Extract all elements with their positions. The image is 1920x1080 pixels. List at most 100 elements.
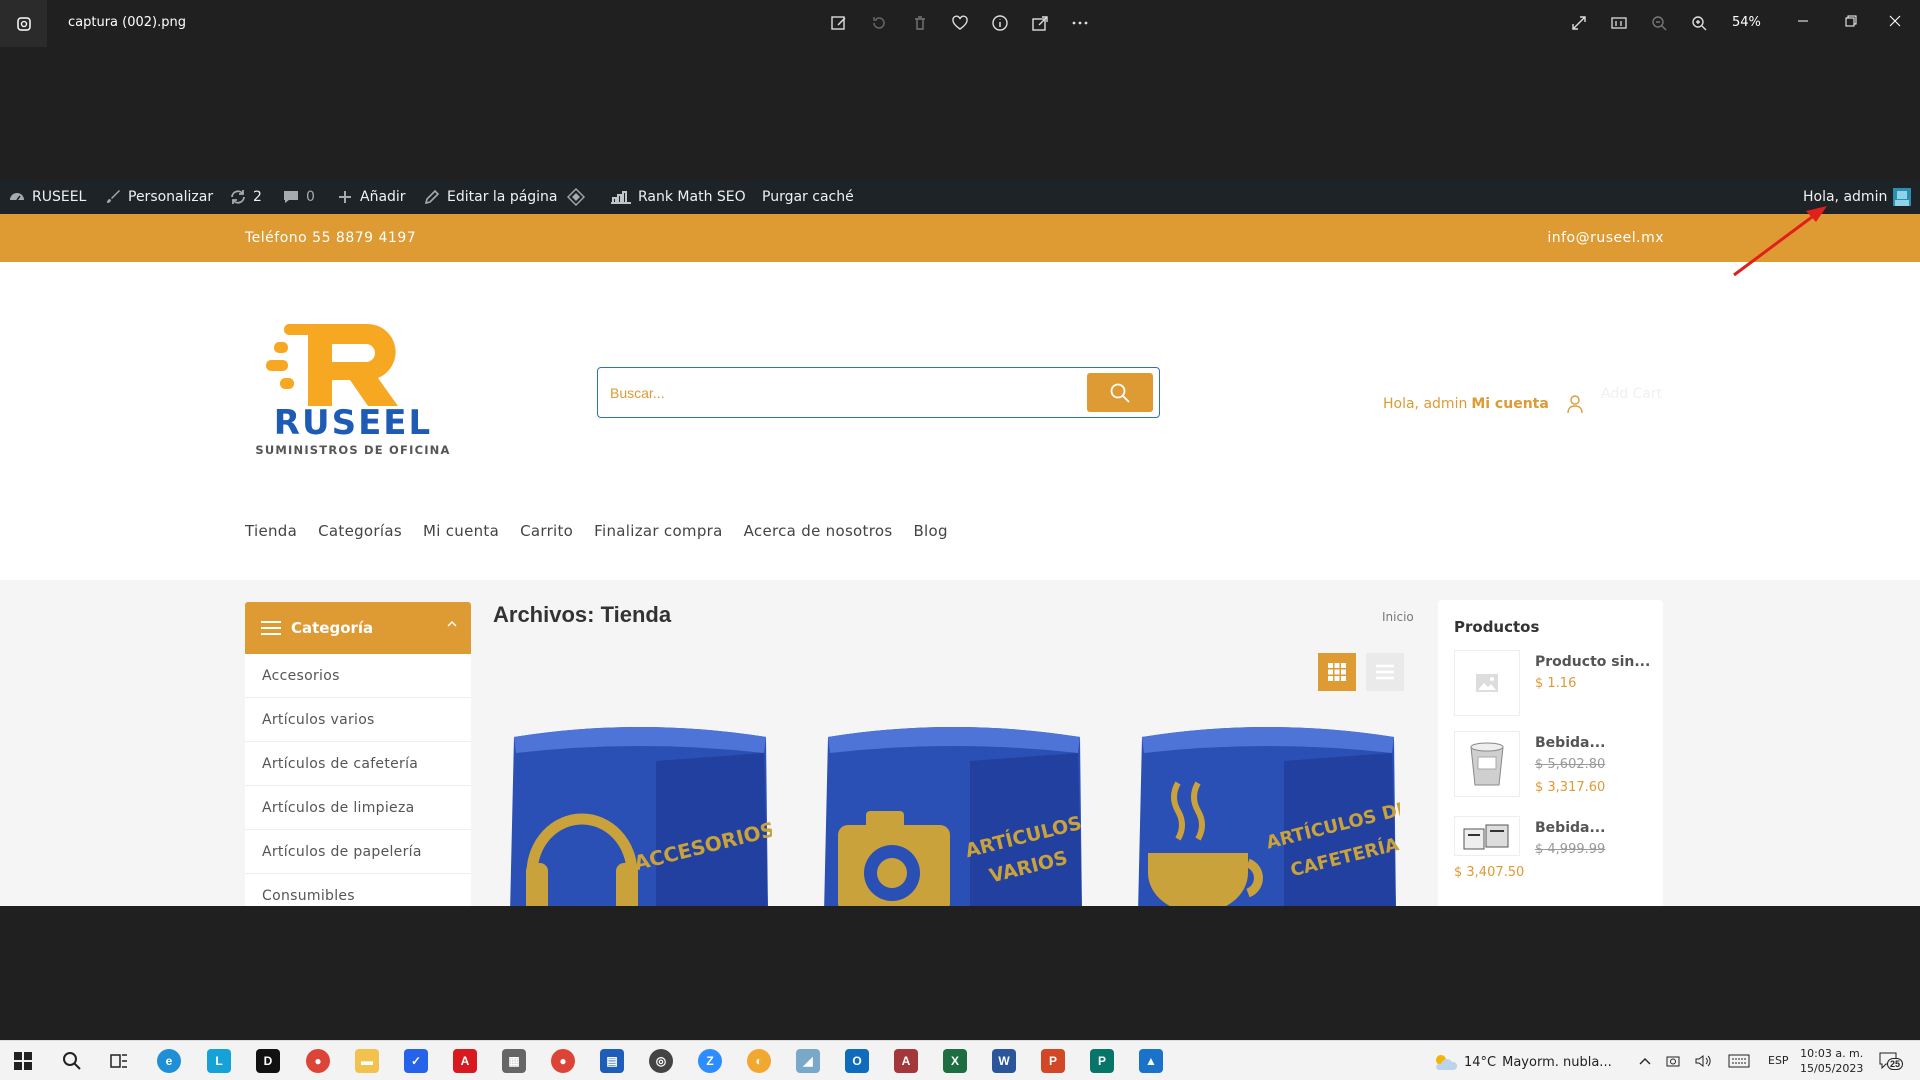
file-explorer-icon[interactable]: ▬ <box>355 1049 379 1073</box>
zoom-level: 54% <box>1732 15 1761 30</box>
nav-categorias[interactable]: Categorías <box>318 522 402 540</box>
admin-my-account[interactable]: Hola, admin <box>1803 180 1912 214</box>
rotate-icon[interactable] <box>868 12 890 34</box>
widget-product-item[interactable]: Bebida... $ 5,602.80 $ 3,317.60 <box>1454 731 1654 801</box>
keyboard-icon[interactable] <box>1727 1049 1751 1073</box>
zoom-out-icon[interactable] <box>1648 12 1670 34</box>
edit-image-icon[interactable] <box>828 12 850 34</box>
chrome-icon[interactable]: ● <box>306 1049 330 1073</box>
admin-comments[interactable]: 0 <box>282 180 315 214</box>
app-dark-icon[interactable]: D <box>256 1049 280 1073</box>
nav-blog[interactable]: Blog <box>913 522 947 540</box>
more-icon[interactable] <box>1069 12 1091 34</box>
favorite-icon[interactable] <box>949 12 971 34</box>
nav-carrito[interactable]: Carrito <box>520 522 573 540</box>
product-card-accesorios[interactable]: ACCESORIOS <box>506 713 777 906</box>
calculator-icon[interactable]: ▦ <box>502 1049 526 1073</box>
photos-icon[interactable]: ▲ <box>1139 1049 1163 1073</box>
excel-icon[interactable]: X <box>943 1049 967 1073</box>
dashboard-icon <box>10 193 24 201</box>
restore-icon[interactable] <box>1840 10 1862 32</box>
acrobat-icon[interactable]: A <box>453 1049 477 1073</box>
product-card-articulos-varios[interactable]: ARTÍCULOS VARIOS <box>820 713 1086 906</box>
zoom-icon[interactable]: Z <box>698 1049 722 1073</box>
widget-product-name: Producto sin... <box>1535 654 1651 670</box>
actual-size-icon[interactable] <box>1608 12 1630 34</box>
widget-product-price: $ 3,317.60 <box>1535 780 1606 795</box>
admin-edit-page[interactable]: Editar la página <box>423 180 558 214</box>
product-card-articulos-cafeteria[interactable]: ARTÍCULOS DE CAFETERÍA <box>1134 713 1411 906</box>
admin-elementor[interactable] <box>567 180 585 214</box>
word-icon[interactable]: W <box>992 1049 1016 1073</box>
admin-rank-math[interactable]: Rank Math SEO <box>610 180 746 214</box>
products-widget: Productos Producto sin... $ 1.16 Bebida.… <box>1438 600 1663 906</box>
task-view-icon[interactable] <box>107 1049 131 1073</box>
close-icon[interactable] <box>1884 10 1906 32</box>
nav-tienda[interactable]: Tienda <box>245 522 297 540</box>
camera-tray-icon[interactable] <box>1661 1049 1685 1073</box>
info-icon[interactable] <box>989 12 1011 34</box>
grid-view-button[interactable] <box>1318 653 1356 691</box>
clock-time: 10:03 a. m. <box>1800 1047 1864 1060</box>
todo-icon[interactable]: ✓ <box>404 1049 428 1073</box>
category-item[interactable]: Artículos varios <box>245 698 471 742</box>
widget-product-item[interactable]: Producto sin... $ 1.16 <box>1454 650 1654 720</box>
publisher-icon[interactable]: P <box>1090 1049 1114 1073</box>
speaker-icon[interactable] <box>1691 1049 1715 1073</box>
search-button[interactable] <box>1087 373 1153 412</box>
nav-acerca[interactable]: Acerca de nosotros <box>744 522 893 540</box>
weather-widget[interactable]: 14°C Mayorm. nubla... <box>1432 1053 1612 1071</box>
notification-icon[interactable]: 25 <box>1877 1049 1904 1073</box>
camera-icon <box>838 811 950 906</box>
category-menu-title: Categoría <box>291 619 374 637</box>
category-item[interactable]: Accesorios <box>245 654 471 698</box>
access-icon[interactable]: A <box>894 1049 918 1073</box>
search-icon[interactable] <box>60 1049 84 1073</box>
powerpoint-icon[interactable]: P <box>1041 1049 1065 1073</box>
list-view-button[interactable] <box>1366 653 1404 691</box>
app-orange-icon[interactable]: ◐ <box>747 1049 771 1073</box>
minimize-icon[interactable] <box>1792 10 1814 32</box>
updates-icon <box>231 190 245 204</box>
app-l-icon[interactable]: L <box>207 1049 231 1073</box>
pencil-icon <box>424 189 440 205</box>
whatsapp-icon[interactable]: ◎ <box>649 1049 673 1073</box>
admin-greeting: Hola, admin <box>1803 189 1888 205</box>
admin-add-new[interactable]: Añadir <box>336 180 406 214</box>
category-item[interactable]: Consumibles <box>245 874 471 906</box>
header-account-link[interactable]: Hola, admin Mi cuenta <box>1383 394 1585 414</box>
search-input[interactable] <box>610 381 1090 405</box>
category-item[interactable]: Artículos de papelería <box>245 830 471 874</box>
delete-icon[interactable] <box>909 12 931 34</box>
widget-product-item[interactable]: Bebida... $ 4,999.99 $ 3,407.50 <box>1454 816 1654 886</box>
chevron-up-icon[interactable] <box>1633 1049 1657 1073</box>
chrome-profile-icon[interactable]: ● <box>551 1049 575 1073</box>
admin-updates[interactable]: 2 <box>229 180 262 214</box>
zoom-in-icon[interactable] <box>1688 12 1710 34</box>
contact-email[interactable]: info@ruseel.mx <box>1547 230 1664 246</box>
outlook-icon[interactable]: O <box>845 1049 869 1073</box>
share-icon[interactable] <box>1029 12 1051 34</box>
admin-customize[interactable]: Personalizar <box>104 180 213 214</box>
app-notes-icon[interactable]: ◢ <box>796 1049 820 1073</box>
category-list: Accesorios Artículos varios Artículos de… <box>245 654 471 906</box>
clock[interactable]: 10:03 a. m. 15/05/2023 <box>1800 1046 1863 1076</box>
breadcrumb[interactable]: Inicio <box>1382 610 1414 624</box>
admin-purge-cache[interactable]: Purgar caché <box>762 180 854 214</box>
fullscreen-icon[interactable] <box>1568 12 1590 34</box>
category-item[interactable]: Artículos de limpieza <box>245 786 471 830</box>
photos-app-icon[interactable] <box>0 0 47 47</box>
category-item[interactable]: Artículos de cafetería <box>245 742 471 786</box>
category-menu-toggle[interactable]: Categoría <box>245 602 471 654</box>
nav-finalizar-compra[interactable]: Finalizar compra <box>594 522 722 540</box>
widget-product-price: $ 1.16 <box>1535 676 1577 691</box>
edge-icon[interactable]: e <box>157 1049 181 1073</box>
nav-mi-cuenta[interactable]: Mi cuenta <box>423 522 499 540</box>
add-cart-link[interactable]: Add Cart <box>1601 386 1662 402</box>
site-logo[interactable]: RUSEEL SUMINISTROS DE OFICINA <box>246 322 461 462</box>
start-icon[interactable] <box>11 1049 35 1073</box>
app-blue-icon[interactable]: ▤ <box>600 1049 624 1073</box>
input-language[interactable]: ESP <box>1768 1054 1789 1067</box>
avatar <box>1893 188 1912 206</box>
admin-site-menu[interactable]: RUSEEL <box>8 180 86 214</box>
